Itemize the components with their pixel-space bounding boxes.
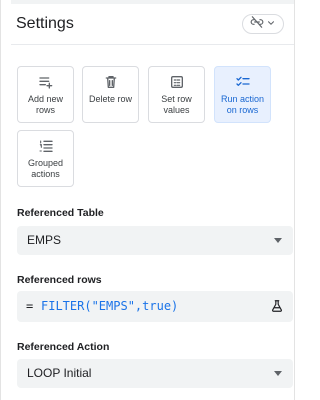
link-off-icon [250, 15, 264, 34]
referenced-table-label: Referenced Table [17, 207, 104, 219]
expression-text: FILTER("EMPS",true) [41, 299, 179, 313]
action-delete-row[interactable]: Delete row [82, 66, 139, 123]
referenced-table-select[interactable]: EMPS [17, 226, 293, 255]
referenced-table-value: EMPS [27, 233, 62, 247]
grouped-actions-icon [18, 138, 73, 154]
action-label-line1: Delete row [88, 94, 133, 104]
action-label-line1: Add new [27, 94, 64, 104]
panel-top-edge [11, 0, 294, 4]
action-label-line1: Grouped [27, 158, 64, 168]
action-label-line1: Set row [161, 94, 192, 104]
chevron-down-icon [266, 15, 276, 33]
delete-icon [83, 74, 138, 90]
referenced-action-value: LOOP Initial [27, 366, 92, 380]
action-run-action-on-rows[interactable]: Run action on rows [214, 66, 271, 123]
flask-icon[interactable] [270, 299, 284, 318]
dropdown-arrow-icon [274, 371, 282, 376]
add-rows-icon [18, 74, 73, 90]
settings-panel: Settings Add new rows Delete row Set row… [0, 0, 295, 400]
set-values-icon [149, 74, 204, 90]
referenced-action-select[interactable]: LOOP Initial [17, 359, 293, 388]
run-action-icon [215, 74, 270, 90]
action-label-line2: values [163, 105, 190, 115]
action-label-line2: rows [35, 105, 55, 115]
action-label-line1: Run action [220, 94, 265, 104]
action-add-new-rows[interactable]: Add new rows [17, 66, 74, 123]
action-label-line2: on rows [226, 105, 259, 115]
action-grouped-actions[interactable]: Grouped actions [17, 130, 74, 187]
equals-sign: = [26, 299, 34, 313]
panel-header: Settings [16, 14, 286, 36]
referenced-rows-label: Referenced rows [17, 274, 102, 286]
header-divider [11, 44, 294, 45]
action-label-line2: actions [31, 169, 60, 179]
referenced-action-label: Referenced Action [17, 341, 110, 353]
link-toggle-button[interactable] [242, 14, 284, 34]
dropdown-arrow-icon [274, 238, 282, 243]
action-set-row-values[interactable]: Set row values [148, 66, 205, 123]
panel-title: Settings [16, 15, 74, 32]
referenced-rows-expression-field[interactable]: = FILTER("EMPS",true) [17, 291, 293, 322]
